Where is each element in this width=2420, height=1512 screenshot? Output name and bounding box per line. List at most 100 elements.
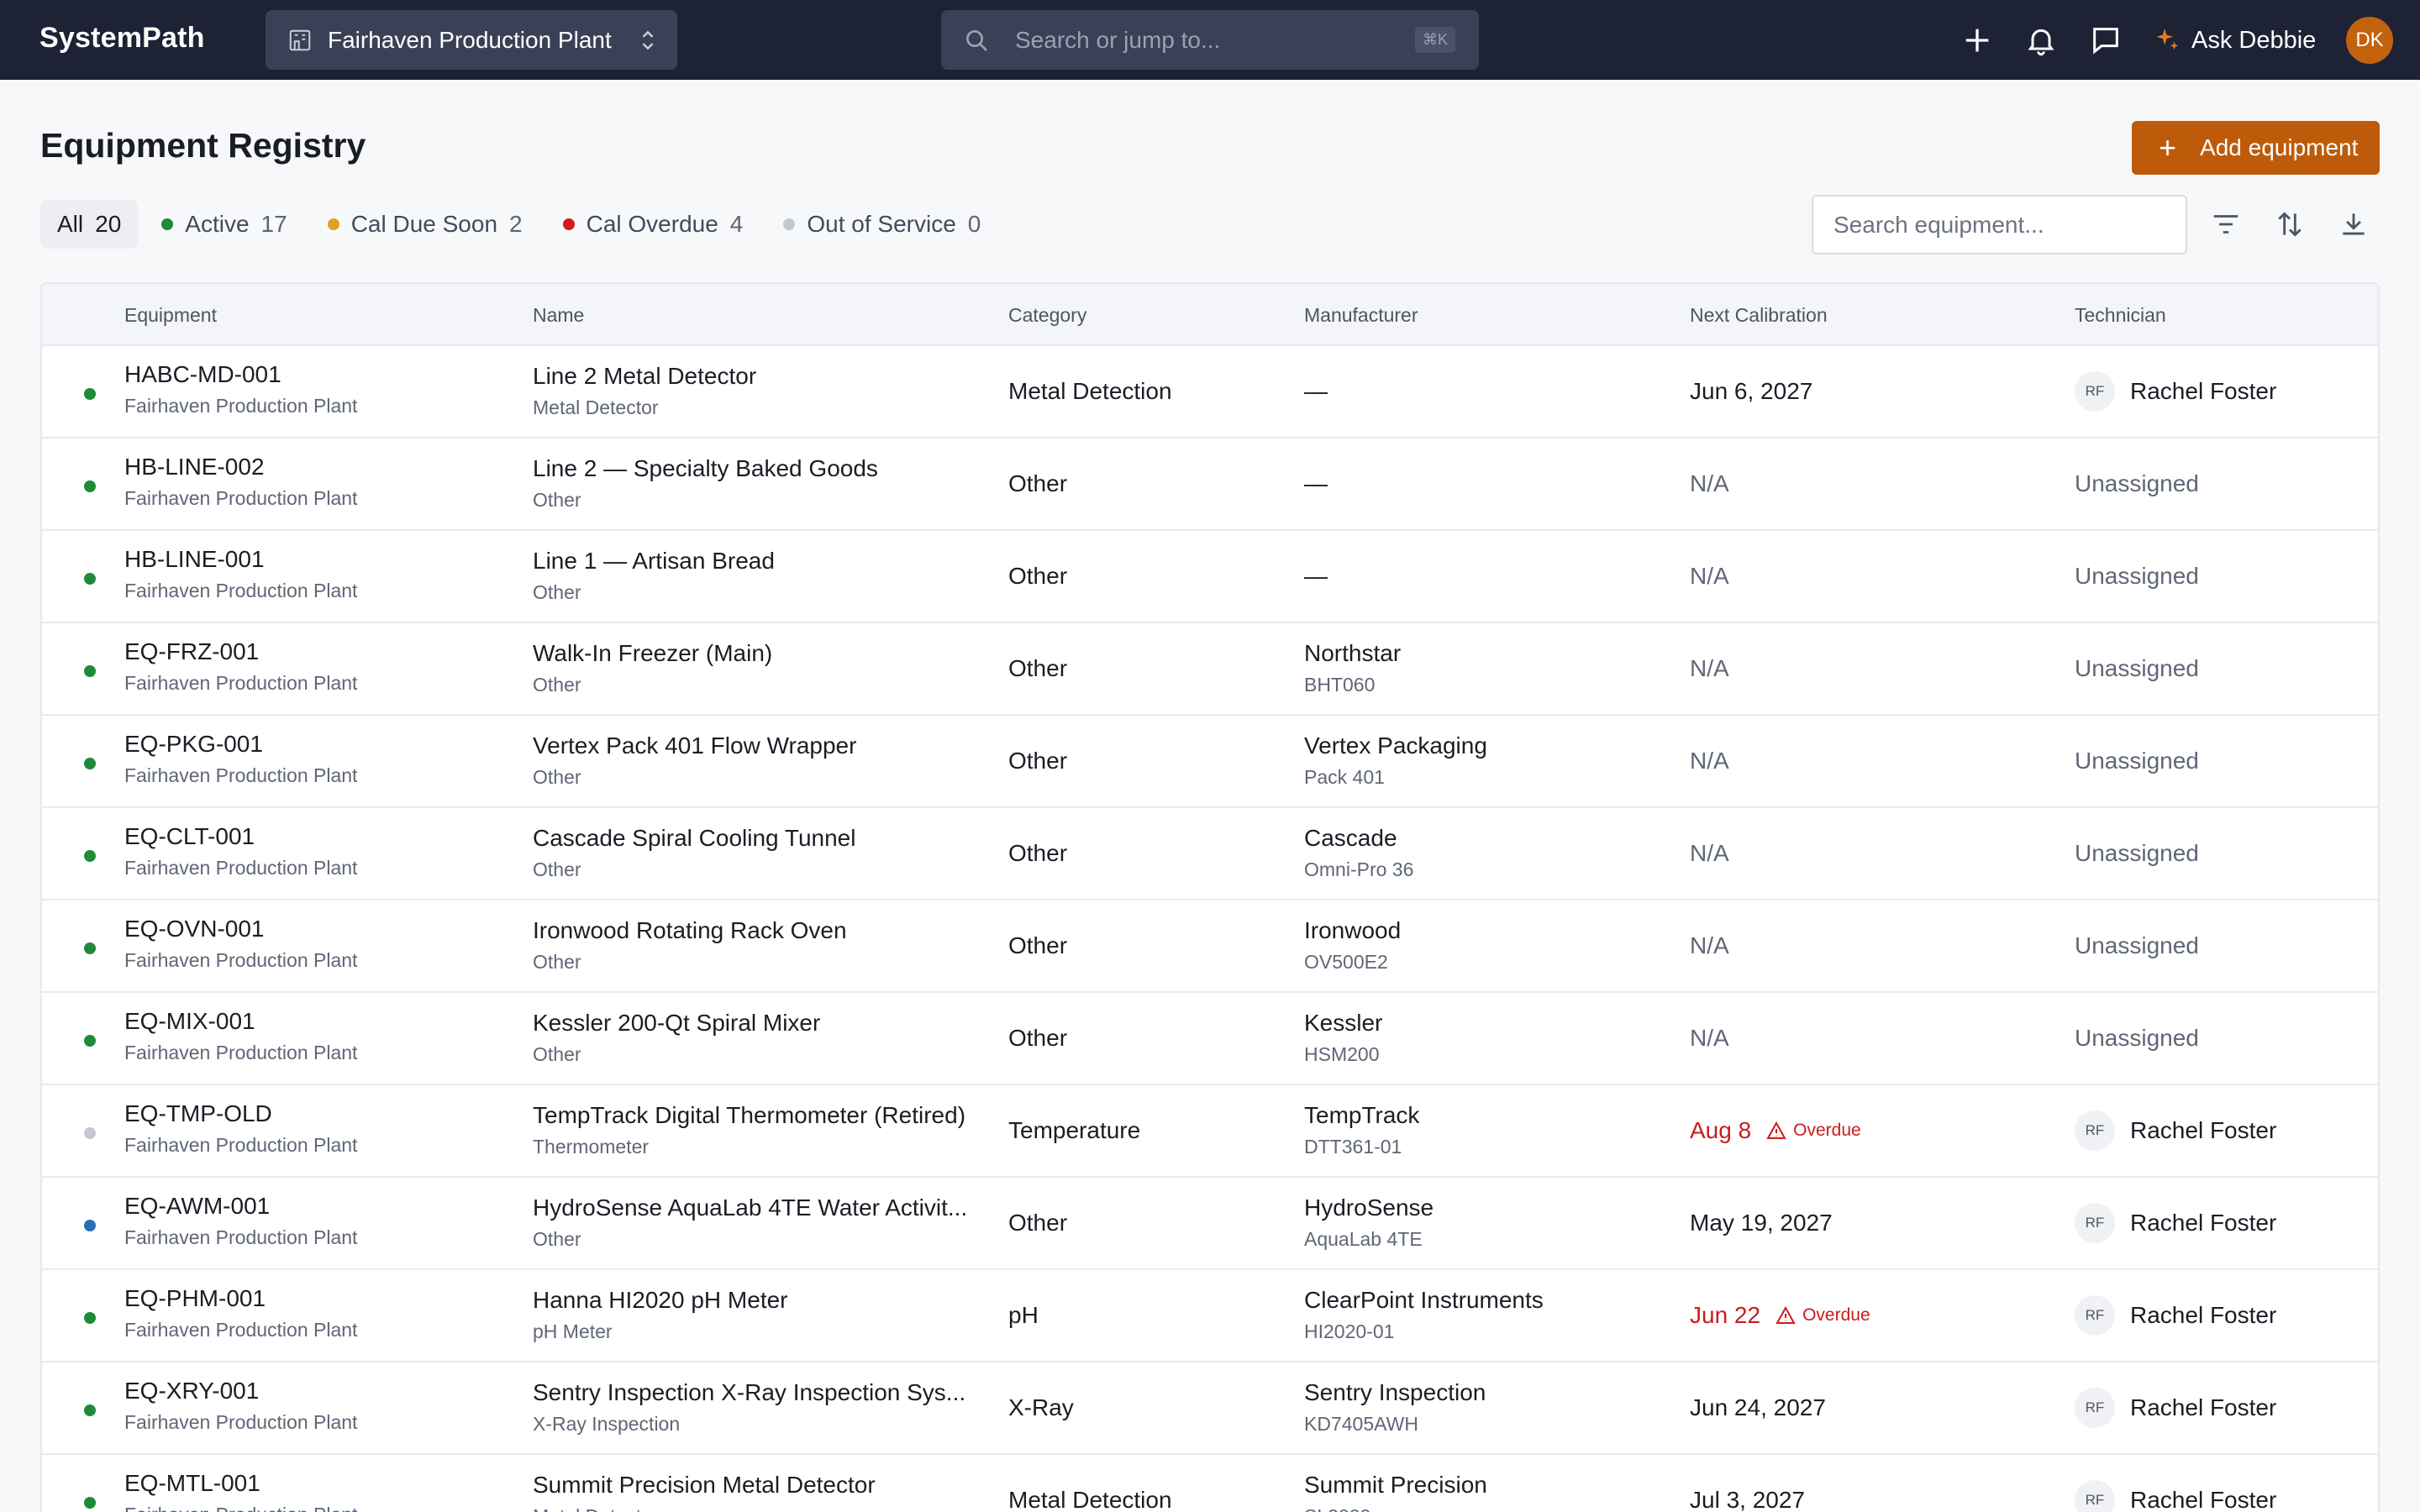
table-row[interactable]: EQ-MIX-001 Fairhaven Production Plant Kess… xyxy=(42,993,2378,1085)
filter-count: 20 xyxy=(95,211,122,237)
add-equipment-button[interactable]: + Add equipment xyxy=(2132,121,2380,175)
equipment-name: Hanna HI2020 pH Meter xyxy=(533,1287,788,1313)
manufacturer-name: Summit Precision xyxy=(1304,1472,1487,1498)
table-row[interactable]: EQ-PKG-001 Fairhaven Production Plant Vert… xyxy=(42,716,2378,808)
equipment-id[interactable]: HB-LINE-002 xyxy=(124,454,357,480)
sparkle-icon xyxy=(2156,28,2179,50)
equipment-name: HydroSense AquaLab 4TE Water Activit... xyxy=(533,1194,968,1221)
filter-label: Cal Overdue xyxy=(586,211,718,237)
name-cell: HydroSense AquaLab 4TE Water Activit... O… xyxy=(533,1194,1023,1251)
table-row[interactable]: EQ-MTL-001 Fairhaven Production Plant Summ… xyxy=(42,1455,2378,1512)
equipment-id[interactable]: HABC-MD-001 xyxy=(124,361,357,388)
filter-all[interactable]: All 20 xyxy=(40,200,139,249)
overdue-label: Overdue xyxy=(1802,1305,1870,1325)
technician-cell: Unassigned xyxy=(2075,470,2199,497)
status-dot-icon xyxy=(84,573,96,585)
filter-count: 2 xyxy=(509,211,523,237)
technician-unassigned: Unassigned xyxy=(2075,655,2199,681)
equipment-id[interactable]: EQ-MTL-001 xyxy=(124,1470,357,1497)
equipment-id[interactable]: EQ-TMP-OLD xyxy=(124,1100,357,1127)
equipment-name: Line 1 — Artisan Bread xyxy=(533,548,775,574)
next-calibration-date: Jun 22 xyxy=(1690,1302,1761,1328)
top-nav-bar: SystemPath Fairhaven Production Plant Se… xyxy=(0,0,2420,80)
equipment-id[interactable]: EQ-CLT-001 xyxy=(124,823,357,850)
technician-cell: Unassigned xyxy=(2075,748,2199,774)
technician-cell: Unassigned xyxy=(2075,1025,2199,1052)
table-row[interactable]: EQ-OVN-001 Fairhaven Production Plant Iron… xyxy=(42,900,2378,993)
name-cell: Walk-In Freezer (Main) Other xyxy=(533,640,1023,696)
status-dot-icon xyxy=(84,1220,96,1231)
equipment-id[interactable]: EQ-FRZ-001 xyxy=(124,638,357,665)
technician-unassigned: Unassigned xyxy=(2075,563,2199,589)
table-row[interactable]: EQ-CLT-001 Fairhaven Production Plant Casc… xyxy=(42,808,2378,900)
plus-icon[interactable] xyxy=(1960,24,1994,57)
table-row[interactable]: EQ-XRY-001 Fairhaven Production Plant Sent… xyxy=(42,1362,2378,1455)
filter-icon[interactable] xyxy=(2210,208,2242,240)
name-cell: TempTrack Digital Thermometer (Retired) T… xyxy=(533,1102,1023,1158)
column-header-technician[interactable]: Technician xyxy=(2075,304,2166,327)
equipment-cell: HABC-MD-001 Fairhaven Production Plant xyxy=(124,361,357,417)
global-search-input[interactable]: Search or jump to... ⌘K xyxy=(941,10,1479,70)
equipment-cell: EQ-MIX-001 Fairhaven Production Plant xyxy=(124,1008,357,1064)
table-row[interactable]: HABC-MD-001 Fairhaven Production Plant Lin… xyxy=(42,346,2378,438)
equipment-id[interactable]: EQ-OVN-001 xyxy=(124,916,357,942)
bell-icon[interactable] xyxy=(2024,24,2058,57)
download-icon[interactable] xyxy=(2338,208,2370,240)
filter-out-of-service[interactable]: Out of Service 0 xyxy=(766,200,997,249)
technician-unassigned: Unassigned xyxy=(2075,470,2199,496)
manufacturer-model: BHT060 xyxy=(1304,674,1376,696)
category-cell: Other xyxy=(1008,840,1068,866)
name-cell: Summit Precision Metal Detector Metal Det… xyxy=(533,1472,1023,1512)
next-calibration-date: N/A xyxy=(1690,563,1729,589)
table-row[interactable]: HB-LINE-001 Fairhaven Production Plant Lin… xyxy=(42,531,2378,623)
column-header-name[interactable]: Name xyxy=(533,304,584,327)
calibration-cell: N/A xyxy=(1690,1025,1729,1052)
table-row[interactable]: EQ-FRZ-001 Fairhaven Production Plant Walk… xyxy=(42,623,2378,716)
manufacturer-cell: — xyxy=(1304,378,1328,404)
plant-selector[interactable]: Fairhaven Production Plant xyxy=(266,10,677,70)
equipment-id[interactable]: HB-LINE-001 xyxy=(124,546,357,573)
table-row[interactable]: EQ-PHM-001 Fairhaven Production Plant Hann… xyxy=(42,1270,2378,1362)
equipment-site: Fairhaven Production Plant xyxy=(124,949,358,971)
plant-selector-label: Fairhaven Production Plant xyxy=(328,26,612,53)
equipment-site: Fairhaven Production Plant xyxy=(124,487,358,509)
equipment-id[interactable]: EQ-AWM-001 xyxy=(124,1193,357,1220)
ask-assistant-button[interactable]: Ask Debbie xyxy=(2153,22,2316,59)
equipment-site: Fairhaven Production Plant xyxy=(124,1226,358,1248)
table-row[interactable]: HB-LINE-002 Fairhaven Production Plant Lin… xyxy=(42,438,2378,531)
filter-active[interactable]: Active 17 xyxy=(145,200,303,249)
overdue-label: Overdue xyxy=(1793,1121,1861,1140)
equipment-type: Other xyxy=(533,766,581,788)
column-header-equipment[interactable]: Equipment xyxy=(124,304,217,327)
category-cell: Other xyxy=(1008,932,1068,958)
filter-cal-due-soon[interactable]: Cal Due Soon 2 xyxy=(311,200,539,249)
next-calibration-date: Aug 8 xyxy=(1690,1117,1752,1143)
technician-avatar: RF xyxy=(2075,1110,2115,1151)
chat-icon[interactable] xyxy=(2089,24,2123,57)
equipment-id[interactable]: EQ-MIX-001 xyxy=(124,1008,357,1035)
table-row[interactable]: EQ-TMP-OLD Fairhaven Production Plant Temp… xyxy=(42,1085,2378,1178)
equipment-id[interactable]: EQ-PHM-001 xyxy=(124,1285,357,1312)
user-avatar[interactable]: DK xyxy=(2346,17,2393,64)
technician-cell: RF Rachel Foster xyxy=(2075,1110,2276,1151)
category-cell: Temperature xyxy=(1008,1117,1141,1143)
technician-avatar: RF xyxy=(2075,371,2115,412)
equipment-type: Other xyxy=(533,489,581,511)
column-header-manufacturer[interactable]: Manufacturer xyxy=(1304,304,1418,327)
equipment-site: Fairhaven Production Plant xyxy=(124,580,358,601)
column-header-next-calibration[interactable]: Next Calibration xyxy=(1690,304,1828,327)
filter-count: 4 xyxy=(729,211,744,237)
filter-cal-overdue[interactable]: Cal Overdue 4 xyxy=(546,200,760,249)
app-logo[interactable]: SystemPath xyxy=(39,22,205,55)
equipment-id[interactable]: EQ-XRY-001 xyxy=(124,1378,357,1404)
equipment-cell: EQ-OVN-001 Fairhaven Production Plant xyxy=(124,916,357,972)
equipment-search-input[interactable] xyxy=(1812,195,2187,255)
technician-name: Rachel Foster xyxy=(2130,1302,2277,1328)
column-header-category[interactable]: Category xyxy=(1008,304,1086,327)
sort-icon[interactable] xyxy=(2274,208,2306,240)
equipment-id[interactable]: EQ-PKG-001 xyxy=(124,731,357,758)
equipment-table: Equipment Name Category Manufacturer Nex… xyxy=(40,282,2380,1512)
table-row[interactable]: EQ-AWM-001 Fairhaven Production Plant Hydr… xyxy=(42,1178,2378,1270)
next-calibration-date: Jun 24, 2027 xyxy=(1690,1394,1826,1420)
equipment-cell: EQ-MTL-001 Fairhaven Production Plant xyxy=(124,1470,357,1512)
